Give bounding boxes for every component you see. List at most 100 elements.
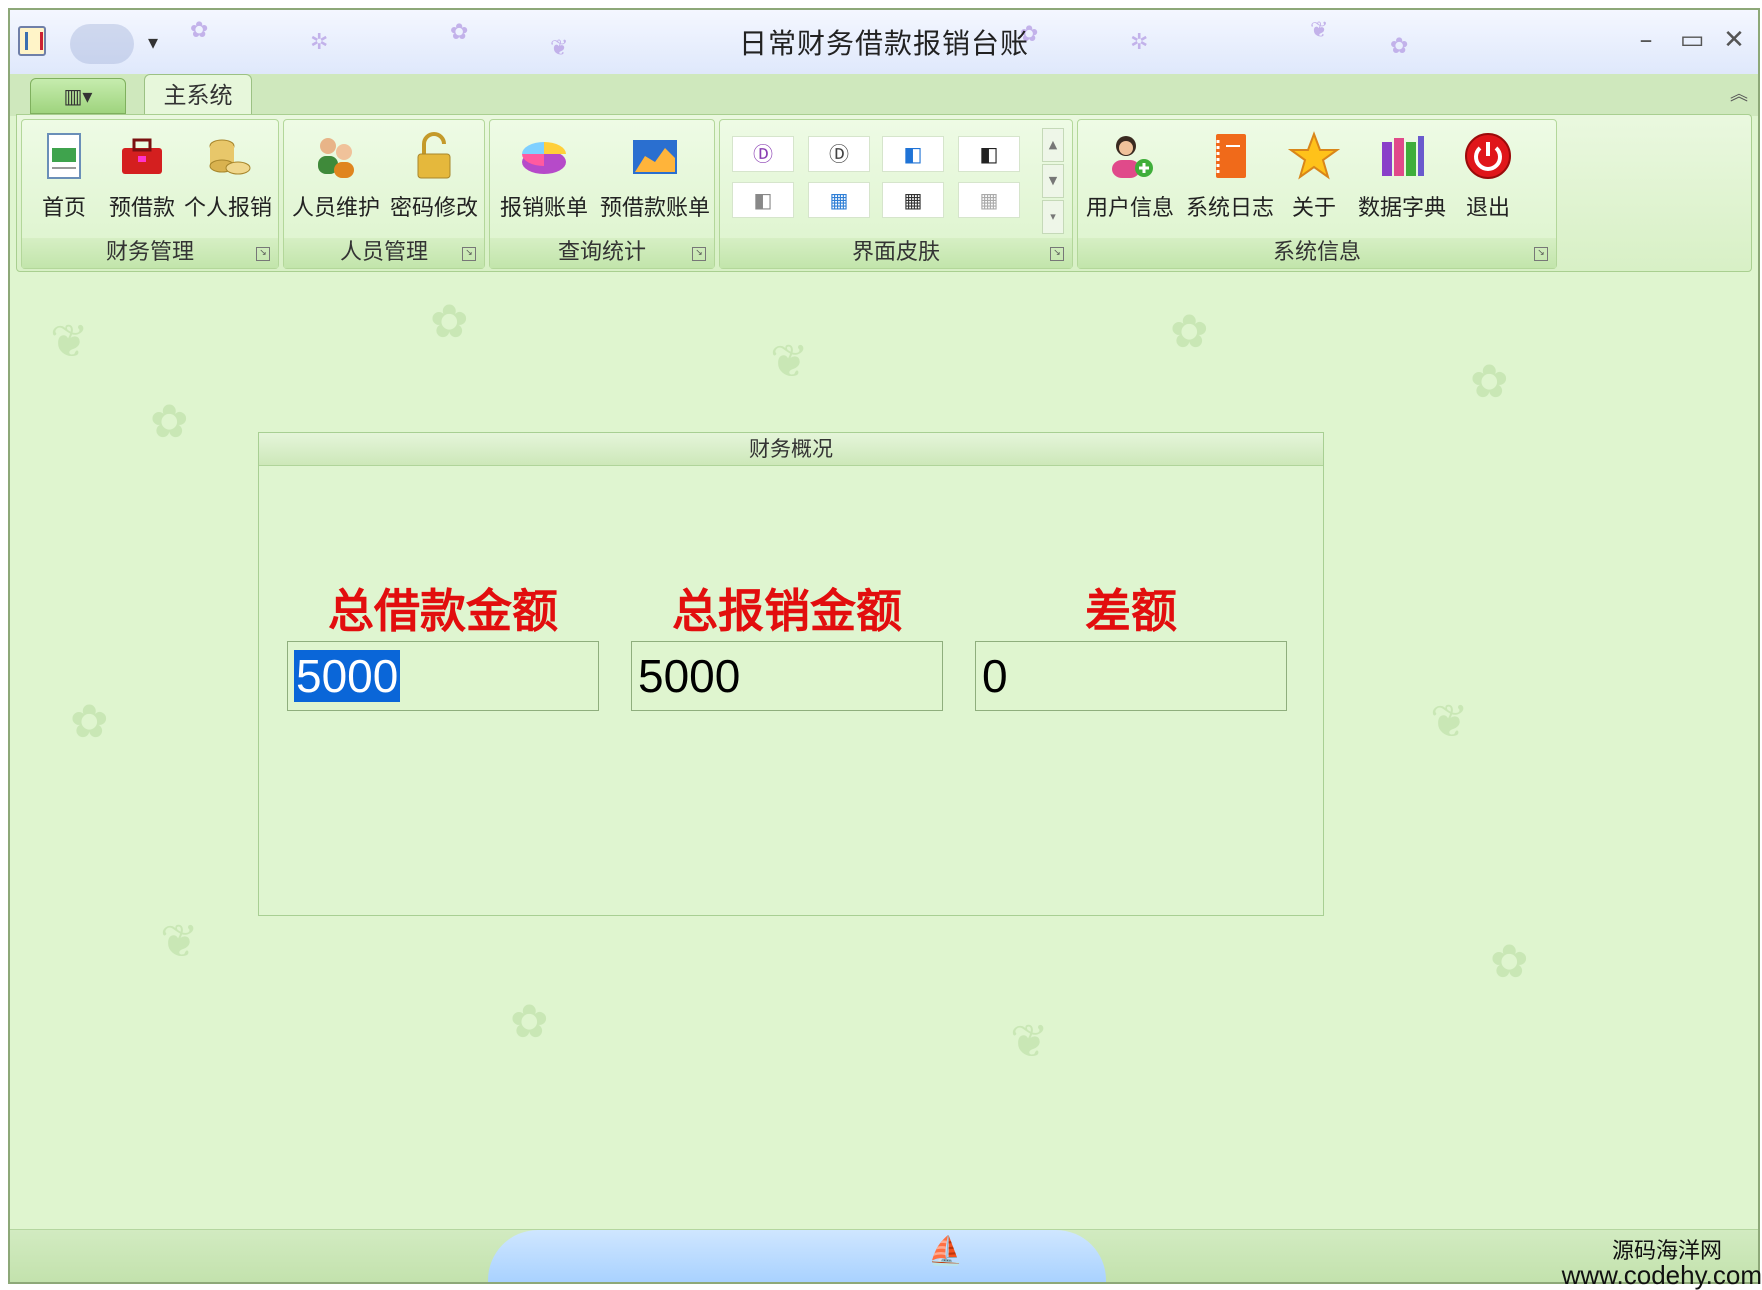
- skin-option[interactable]: ▦: [882, 182, 944, 218]
- app-window: ▾ ✿ ✲ ✿ ❦ ✿ ✲ ❦ ✿ 日常财务借款报销台账 – ▭ ✕ ▥▾ 主系…: [8, 8, 1760, 1284]
- butterfly-decoration-icon: ❦: [1430, 694, 1469, 748]
- skin-metro-dark-icon: ▦: [903, 188, 923, 212]
- panel-title: 财务概况: [259, 433, 1323, 466]
- change-password-button-label: 密码修改: [389, 196, 478, 221]
- padlock-icon: [417, 132, 451, 179]
- total-reimbursement-label: 总报销金额: [672, 584, 902, 638]
- coins-icon: [209, 139, 251, 175]
- group-query: 报销账单 预借款账单 查询统计 ↘: [489, 119, 715, 269]
- difference-value: 0: [982, 650, 1008, 702]
- watermark-line1: 源码海洋网: [1611, 1238, 1722, 1263]
- dialog-launcher-icon[interactable]: ↘: [256, 247, 270, 261]
- home-button-label: 首页: [41, 196, 86, 221]
- skin-option[interactable]: ▦: [808, 182, 870, 218]
- flower-decoration-icon: ✿: [1470, 354, 1509, 408]
- window-title: 日常财务借款报销台账: [738, 27, 1029, 60]
- status-bar: ⛵: [10, 1229, 1758, 1282]
- skin-option[interactable]: ◧: [732, 182, 794, 218]
- data-dictionary-button[interactable]: 数据字典: [1352, 126, 1452, 230]
- total-reimbursement-value: 5000: [638, 650, 741, 702]
- minimize-button[interactable]: –: [1626, 22, 1666, 58]
- watermark-line2: www.codehy.com: [1561, 1260, 1762, 1290]
- personnel-maintenance-button[interactable]: 人员维护: [288, 126, 384, 230]
- total-loan-label: 总借款金额: [328, 584, 558, 638]
- total-loan-field[interactable]: 5000: [287, 641, 599, 711]
- reimbursement-bill-button-label: 报销账单: [499, 196, 588, 221]
- dialog-launcher-icon[interactable]: ↘: [1050, 247, 1064, 261]
- ribbon: 首页 预借款 个人报销 财务管理 ↘ 人员维护 密码修改 人员管理 ↘ 报销账单…: [16, 114, 1752, 272]
- dialog-launcher-icon[interactable]: ↘: [462, 247, 476, 261]
- user-info-button[interactable]: 用户信息: [1082, 126, 1178, 230]
- skin-metro-light-icon: ▦: [979, 188, 999, 212]
- close-button[interactable]: ✕: [1714, 22, 1754, 58]
- area-chart-icon: [633, 140, 677, 174]
- books-icon: [1382, 136, 1424, 176]
- butterfly-decoration-icon: ❦: [770, 334, 809, 388]
- skin-option[interactable]: ◧: [882, 136, 944, 172]
- personnel-maintenance-button-label: 人员维护: [291, 196, 380, 221]
- user-add-icon: [1112, 136, 1153, 178]
- about-button-label: 关于: [1291, 196, 1336, 221]
- reimbursement-bill-button[interactable]: 报销账单: [494, 126, 594, 230]
- paper-boat-icon: ⛵: [928, 1234, 963, 1267]
- pie-chart-icon: [522, 142, 566, 174]
- total-loan-value: 5000: [294, 650, 401, 702]
- skin-option[interactable]: ◧: [958, 136, 1020, 172]
- advance-loan-bill-button[interactable]: 预借款账单: [598, 126, 712, 230]
- star-icon: [1288, 131, 1340, 180]
- gallery-expand-icon[interactable]: ▾: [1042, 200, 1064, 234]
- total-reimbursement-field[interactable]: 5000: [631, 641, 943, 711]
- skin-office-gray-icon: ◧: [753, 188, 773, 212]
- advance-loan-bill-button-label: 预借款账单: [599, 196, 710, 221]
- system-log-button-label: 系统日志: [1185, 196, 1274, 221]
- skin-circle-d-icon: Ⓓ: [753, 142, 773, 166]
- data-dictionary-button-label: 数据字典: [1357, 196, 1446, 221]
- butterfly-decoration-icon: ❦: [50, 314, 89, 368]
- gallery-scroll-down-icon[interactable]: ▼: [1042, 164, 1064, 198]
- group-system: 用户信息 系统日志 关于 数据字典 退出 系统信息 ↘: [1077, 119, 1557, 269]
- difference-label: 差额: [1085, 584, 1177, 638]
- tab-main-system[interactable]: 主系统: [144, 74, 252, 118]
- ribbon-tab-row: ▥▾ 主系统 ︽: [10, 74, 1758, 118]
- change-password-button[interactable]: 密码修改: [386, 126, 482, 230]
- water-decoration: ⛵: [488, 1230, 1106, 1282]
- dialog-launcher-icon[interactable]: ↘: [1534, 247, 1548, 261]
- dialog-launcher-icon[interactable]: ↘: [692, 247, 706, 261]
- home-button[interactable]: 首页: [28, 126, 100, 230]
- users-icon: [318, 138, 354, 178]
- group-personnel: 人员维护 密码修改 人员管理 ↘: [283, 119, 485, 269]
- group-skin-label: 界面皮肤: [720, 238, 1072, 268]
- about-button[interactable]: 关于: [1282, 126, 1346, 230]
- butterfly-decoration-icon: ❦: [1010, 1014, 1049, 1068]
- personal-reimbursement-button[interactable]: 个人报销: [184, 126, 272, 230]
- difference-field[interactable]: 0: [975, 641, 1287, 711]
- group-query-label: 查询统计: [490, 238, 714, 268]
- skin-option[interactable]: Ⓓ: [732, 136, 794, 172]
- title-bar: ▾ ✿ ✲ ✿ ❦ ✿ ✲ ❦ ✿ 日常财务借款报销台账 – ▭ ✕: [10, 10, 1758, 75]
- watermark: 源码海洋网 www.codehy.com: [1561, 1238, 1762, 1290]
- exit-button-label: 退出: [1465, 196, 1510, 221]
- application-menu-button[interactable]: ▥▾: [30, 78, 126, 114]
- flower-decoration-icon: ✿: [510, 994, 549, 1048]
- advance-loan-button[interactable]: 预借款: [106, 126, 178, 230]
- power-icon: [1465, 133, 1511, 179]
- group-skin: Ⓓ Ⓓ ◧ ◧ ◧ ▦ ▦ ▦ ▲ ▼ ▾ 界面皮肤 ↘: [719, 119, 1073, 269]
- flower-decoration-icon: ✿: [430, 294, 469, 348]
- menu-icon: ▥▾: [63, 84, 93, 108]
- advance-loan-button-label: 预借款: [108, 196, 175, 221]
- maximize-button[interactable]: ▭: [1672, 22, 1712, 58]
- collapse-ribbon-icon[interactable]: ︽: [1730, 80, 1748, 106]
- main-content: ❦ ✿ ✿ ❦ ✿ ✿ ✿ ❦ ❦ ✿ ✿ ❦ 财务概况 总借款金额 总报销金额…: [10, 274, 1758, 1230]
- toolbox-icon: [122, 138, 162, 174]
- group-finance-label: 财务管理: [22, 238, 278, 268]
- gallery-scroll-up-icon[interactable]: ▲: [1042, 128, 1064, 162]
- flower-decoration-icon: ✿: [150, 394, 189, 448]
- skin-option[interactable]: ▦: [958, 182, 1020, 218]
- skin-metro-blue-icon: ▦: [829, 188, 849, 212]
- skin-option[interactable]: Ⓓ: [808, 136, 870, 172]
- butterfly-decoration-icon: ❦: [160, 914, 199, 968]
- exit-button[interactable]: 退出: [1456, 126, 1520, 230]
- skin-office-blue-icon: ◧: [903, 142, 923, 166]
- system-log-button[interactable]: 系统日志: [1182, 126, 1278, 230]
- financial-overview-panel: 财务概况 总借款金额 总报销金额 差额 5000 5000 0: [258, 432, 1324, 916]
